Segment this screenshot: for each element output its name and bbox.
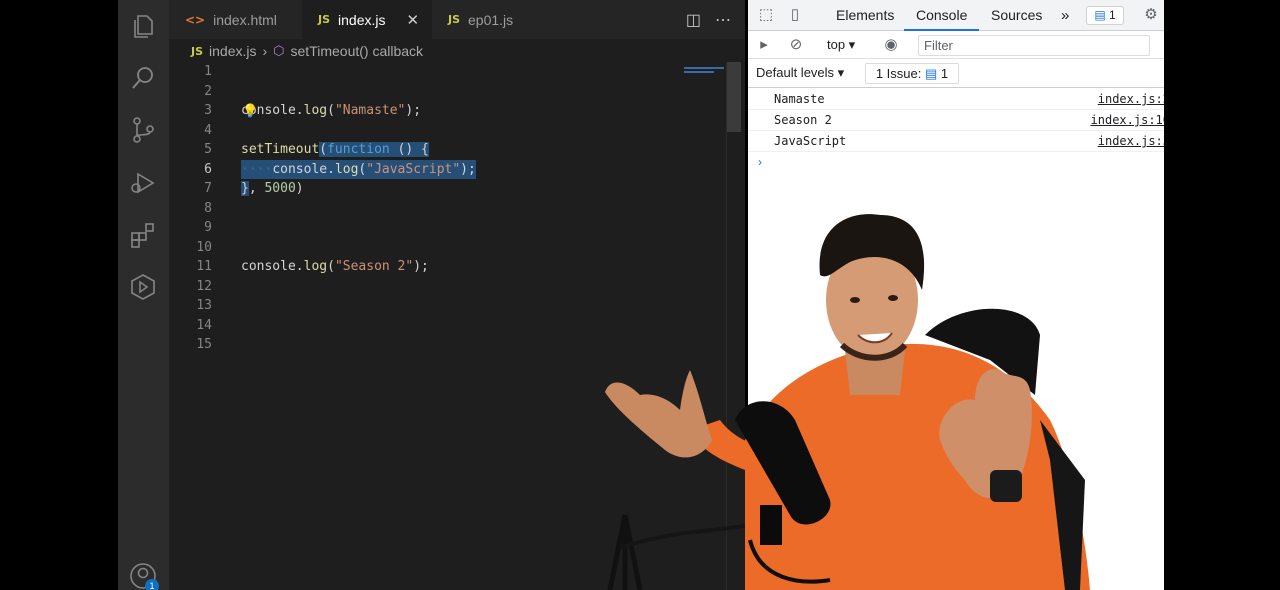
presenter-video [605,214,1090,590]
screen: 1 <> index.html JS index.js ✕ JS ep01.js… [0,0,1280,590]
